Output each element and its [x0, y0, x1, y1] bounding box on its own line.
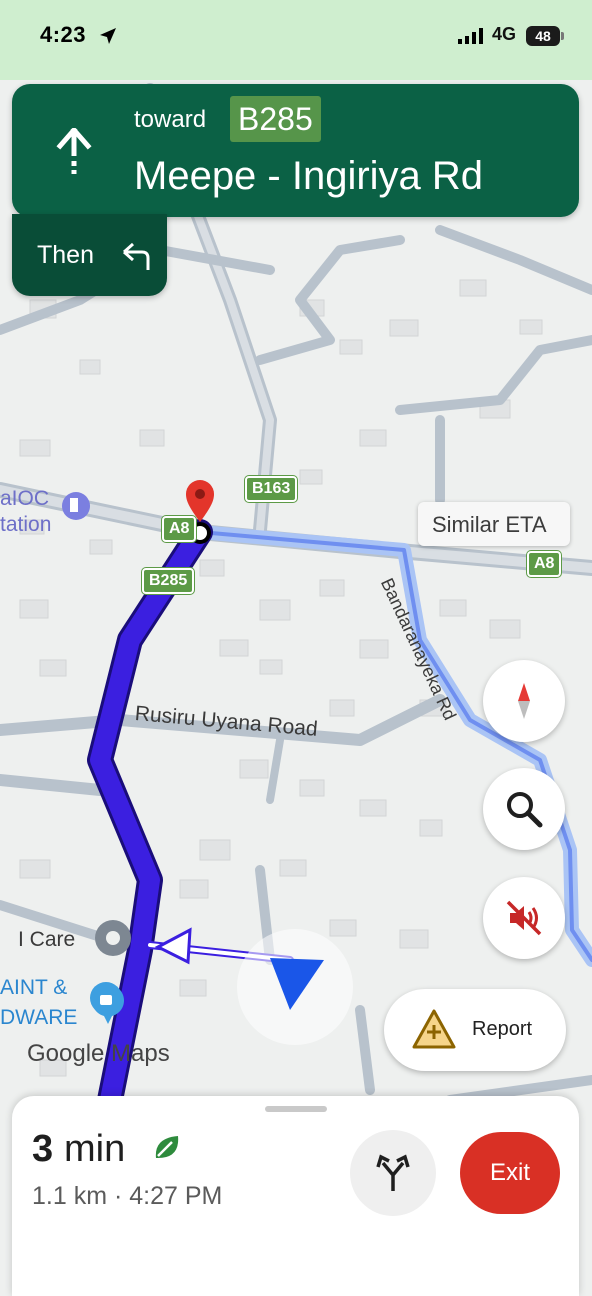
road-shield-b163: B163 — [245, 476, 298, 502]
compass-icon — [518, 683, 530, 719]
route-badge: B285 — [230, 96, 321, 142]
road-shield-a8-left: A8 — [162, 516, 197, 542]
eco-leaf-icon — [155, 1136, 179, 1158]
poi-label-paint-bottom: DWARE — [0, 1006, 78, 1029]
battery-icon: 48 — [526, 26, 560, 46]
poi-label-paint-top: AINT & — [0, 976, 68, 999]
exit-button[interactable]: Exit — [460, 1132, 560, 1214]
sheet-drag-handle[interactable] — [265, 1106, 327, 1112]
navigation-instruction-card[interactable]: toward B285 Meepe - Ingiriya Rd — [12, 84, 579, 217]
ioc-label-bottom: tation — [0, 513, 52, 536]
alternate-routes-button[interactable] — [350, 1130, 436, 1216]
search-icon — [507, 792, 543, 828]
google-maps-logo: Google Maps — [27, 1040, 170, 1067]
ioc-label-top: aIOC — [0, 487, 50, 510]
eta-minutes: 3 — [32, 1128, 54, 1170]
volume-muted-icon — [506, 900, 542, 936]
route-fork-icon — [376, 1154, 410, 1191]
trip-summary-sheet[interactable]: 3 min 1.1 km · 4:27 PM Exit — [12, 1096, 579, 1296]
road-shield-a8-right: A8 — [527, 551, 562, 577]
battery-tip — [561, 32, 564, 40]
report-label: Report — [472, 1018, 533, 1040]
status-time: 4:23 — [40, 22, 87, 47]
similar-eta-callout[interactable]: Similar ETA — [418, 502, 570, 546]
compass-button[interactable] — [483, 660, 565, 742]
distance-arrival: 1.1 km · 4:27 PM — [32, 1182, 223, 1210]
mute-button[interactable] — [483, 877, 565, 959]
then-label: Then — [37, 241, 94, 269]
report-button[interactable]: Report — [384, 989, 566, 1071]
status-bar: 4:23 4G 48 — [0, 0, 592, 76]
report-warning-icon — [412, 1009, 456, 1049]
network-type: 4G — [492, 24, 517, 44]
road-shield-b285: B285 — [142, 568, 195, 594]
location-arrow-icon — [100, 28, 116, 44]
poi-label-i-care: I Care — [18, 928, 76, 951]
toward-label: toward — [134, 106, 207, 133]
search-button[interactable] — [483, 768, 565, 850]
then-instruction-card[interactable]: Then — [12, 214, 167, 296]
similar-eta-label: Similar ETA — [432, 512, 547, 537]
eta-unit: min — [64, 1128, 126, 1170]
straight-arrow-icon — [56, 128, 92, 174]
cell-signal-icon — [458, 28, 483, 44]
street-name: Meepe - Ingiriya Rd — [134, 154, 484, 198]
turn-left-icon — [123, 242, 150, 270]
